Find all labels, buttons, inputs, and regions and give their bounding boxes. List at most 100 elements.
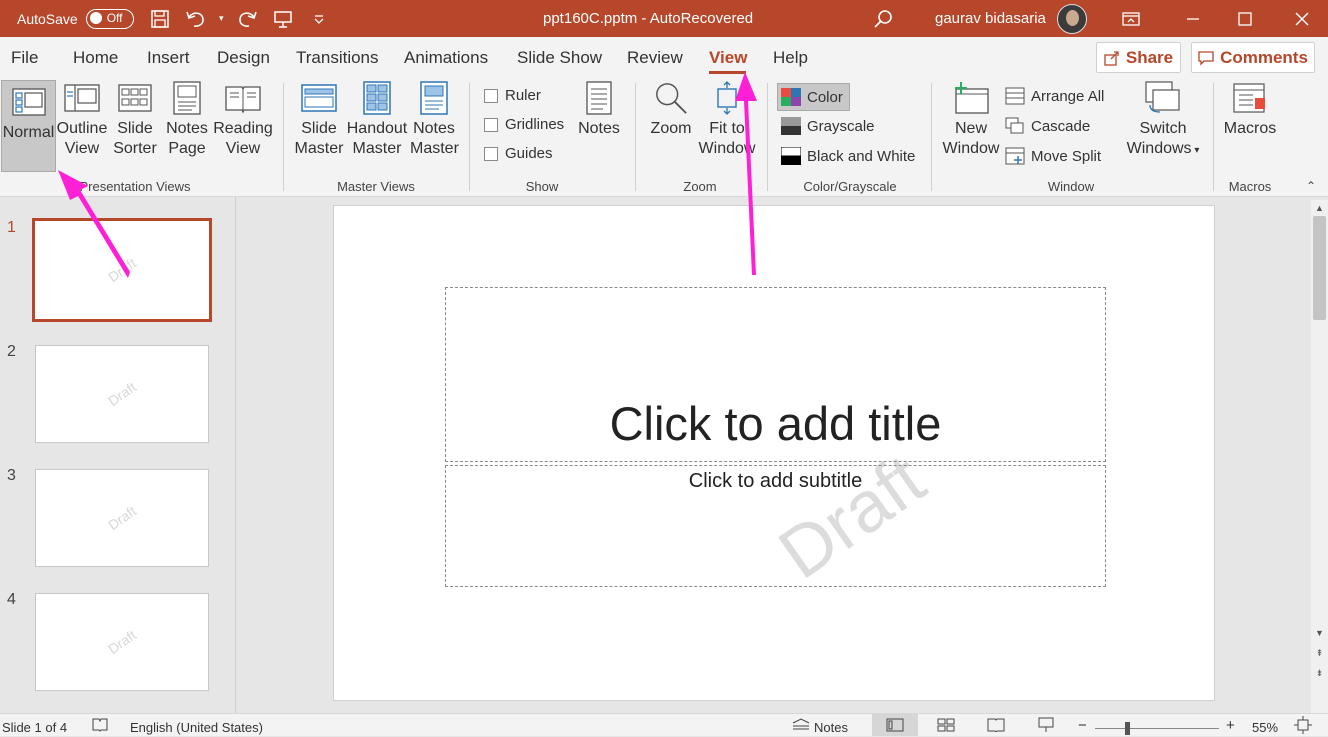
fit-to-window-button[interactable]: Fit to Window	[698, 81, 756, 159]
color-button[interactable]: Color	[777, 83, 850, 111]
notes-toggle-icon[interactable]	[792, 718, 810, 733]
switch-windows-button[interactable]: Switch Windows ▾	[1122, 81, 1204, 161]
scrollbar-thumb[interactable]	[1313, 216, 1326, 320]
macros-button[interactable]: Macros	[1222, 81, 1278, 139]
thumbnail-watermark: Draft	[104, 254, 140, 286]
group-divider	[283, 83, 284, 191]
slide-canvas[interactable]: Draft Click to add title Click to add su…	[333, 205, 1215, 701]
macros-label: Macros	[1223, 120, 1277, 137]
outline-view-button[interactable]: Outline View	[56, 81, 108, 159]
undo-dropdown-icon[interactable]: ▾	[219, 13, 224, 24]
minimize-icon[interactable]	[1180, 6, 1206, 32]
grayscale-label: Grayscale	[807, 117, 875, 135]
switch-windows-icon	[1145, 81, 1180, 113]
zoom-level[interactable]: 55%	[1252, 720, 1278, 735]
cascade-icon	[1005, 117, 1024, 134]
tab-transitions[interactable]: Transitions	[296, 48, 379, 68]
grayscale-button[interactable]: Grayscale	[781, 117, 875, 135]
slide-number: 3	[7, 467, 16, 484]
notes-button[interactable]: Notes	[575, 81, 623, 139]
group-divider	[469, 83, 470, 191]
comments-button[interactable]: Comments	[1191, 42, 1315, 73]
slide-sorter-button[interactable]: Slide Sorter	[110, 81, 160, 159]
handout-master-button[interactable]: Handout Master	[346, 81, 408, 159]
tab-home[interactable]: Home	[73, 48, 118, 68]
previous-slide-icon[interactable]: ⇞	[1312, 648, 1327, 659]
slide-show-status-icon[interactable]	[1038, 717, 1054, 736]
cascade-button[interactable]: Cascade	[1005, 117, 1090, 135]
zoom-button[interactable]: Zoom	[647, 81, 695, 139]
notes-status-button[interactable]: Notes	[814, 720, 848, 735]
customize-toolbar-icon[interactable]	[306, 6, 332, 32]
avatar[interactable]	[1057, 3, 1087, 34]
tab-slide-show[interactable]: Slide Show	[517, 48, 602, 68]
zoom-in-button[interactable]: +	[1226, 717, 1235, 734]
tab-file[interactable]: File	[11, 48, 38, 68]
next-slide-icon[interactable]: ⇟	[1312, 668, 1327, 679]
ruler-checkbox[interactable]: Ruler	[484, 87, 541, 104]
reading-view-button[interactable]: Reading View	[213, 81, 273, 159]
tab-review[interactable]: Review	[627, 48, 683, 68]
zoom-icon	[656, 83, 687, 114]
gridlines-checkbox[interactable]: Gridlines	[484, 116, 564, 133]
fit-slide-icon[interactable]	[1294, 716, 1312, 737]
slide-sorter-status-icon[interactable]	[937, 718, 955, 735]
notes-icon	[586, 81, 612, 115]
tab-animations[interactable]: Animations	[404, 48, 488, 68]
reading-label-2: View	[225, 140, 261, 157]
present-icon[interactable]	[270, 6, 296, 32]
save-icon[interactable]	[147, 6, 173, 32]
slide-thumbnail[interactable]: Draft	[35, 469, 209, 567]
reading-view-icon	[225, 86, 261, 114]
group-divider	[635, 83, 636, 191]
sorter-label-1: Slide	[117, 120, 153, 137]
thumbnail-watermark: Draft	[104, 502, 140, 534]
normal-view-status-icon[interactable]	[872, 714, 918, 736]
move-split-button[interactable]: Move Split	[1005, 147, 1101, 165]
tab-design[interactable]: Design	[217, 48, 270, 68]
new-window-button[interactable]: New Window	[941, 81, 1001, 159]
maximize-icon[interactable]	[1232, 6, 1258, 32]
slide-thumbnail[interactable]: Draft	[35, 593, 209, 691]
slide-thumbnail[interactable]: Draft	[35, 345, 209, 443]
notes-page-button[interactable]: Notes Page	[162, 81, 212, 159]
user-name[interactable]: gaurav bidasaria	[935, 0, 1046, 37]
slide-master-icon	[301, 84, 337, 112]
reading-view-status-icon[interactable]	[987, 718, 1005, 735]
close-icon[interactable]	[1289, 6, 1315, 32]
tab-help[interactable]: Help	[773, 48, 808, 68]
search-icon[interactable]	[870, 6, 896, 32]
language[interactable]: English (United States)	[130, 720, 263, 735]
subtitle-placeholder[interactable]: Click to add subtitle	[445, 465, 1106, 587]
title-placeholder[interactable]: Click to add title	[445, 287, 1106, 462]
black-and-white-button[interactable]: Black and White	[781, 147, 915, 165]
grayscale-icon	[781, 117, 801, 135]
undo-icon[interactable]	[183, 6, 209, 32]
zoom-slider-handle[interactable]	[1125, 722, 1130, 735]
collapse-ribbon-icon[interactable]: ⌃	[1306, 179, 1316, 193]
ruler-label: Ruler	[505, 87, 541, 104]
notes-master-button[interactable]: Notes Master	[410, 81, 459, 159]
slide-master-button[interactable]: Slide Master	[294, 81, 344, 159]
thumbnail-watermark: Draft	[104, 626, 140, 658]
zoom-slider[interactable]	[1095, 728, 1219, 729]
spell-check-icon[interactable]	[92, 718, 108, 735]
normal-view-button[interactable]: Normal	[1, 80, 56, 172]
notes-master-icon	[420, 81, 448, 115]
toggle-knob	[89, 12, 102, 24]
arrange-all-button[interactable]: Arrange All	[1005, 87, 1104, 105]
scroll-up-icon[interactable]: ▲	[1312, 203, 1327, 213]
zoom-out-button[interactable]: −	[1078, 717, 1087, 734]
autosave-toggle[interactable]: Off	[85, 8, 134, 29]
sorter-label-2: Sorter	[113, 140, 157, 157]
share-button[interactable]: Share	[1096, 42, 1181, 73]
guides-checkbox[interactable]: Guides	[484, 145, 553, 162]
slide-thumbnail[interactable]: Draft	[32, 218, 212, 322]
ribbon-display-options-icon[interactable]	[1118, 6, 1144, 32]
slide-number: 2	[7, 343, 16, 360]
autosave-area[interactable]: AutoSave Off	[17, 0, 134, 37]
scroll-down-icon[interactable]: ▼	[1312, 628, 1327, 638]
tab-insert[interactable]: Insert	[147, 48, 190, 68]
tab-view[interactable]: View	[709, 48, 747, 68]
redo-icon[interactable]	[234, 6, 260, 32]
